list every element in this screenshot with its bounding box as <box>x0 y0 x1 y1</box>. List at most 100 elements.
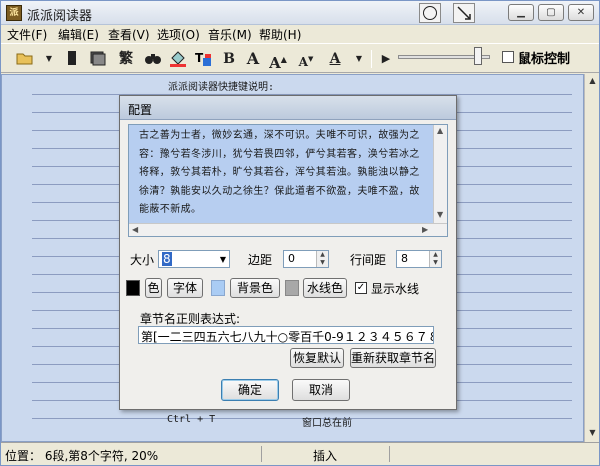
status-separator <box>389 446 390 462</box>
chapter-regex-value: 第[一二三四五六七八九十○零百千0-9１２３４５６７８９０ <box>141 330 434 344</box>
show-watermark-checkbox[interactable]: ✓ <box>355 282 367 294</box>
line-spacing-label: 行间距 <box>350 253 387 267</box>
dialog-title-bar: 配置 <box>120 96 456 120</box>
close-button[interactable]: ✕ <box>568 4 594 21</box>
bold-button[interactable]: B <box>221 49 237 69</box>
ok-button[interactable]: 确定 <box>221 379 279 401</box>
menu-view[interactable]: 查看(V) <box>108 26 150 43</box>
mouse-control-checkbox[interactable] <box>502 51 514 63</box>
reading-shortcut-key: Ctrl + T <box>167 414 216 425</box>
spin-up-icon[interactable]: ▲ <box>317 251 328 259</box>
background-color-swatch[interactable] <box>211 280 225 296</box>
size-label: 大小 <box>130 253 155 267</box>
preview-box: 古之善为士者，微妙玄通，深不可识。夫唯不可识，故强为之容：豫兮若冬涉川，犹兮若畏… <box>128 124 448 237</box>
scroll-up-icon[interactable]: ▲ <box>586 74 599 88</box>
chapter-regex-label: 章节名正则表达式: <box>140 312 241 326</box>
open-folder-button[interactable] <box>15 49 35 69</box>
size-select[interactable]: 8 ▼ <box>158 250 230 268</box>
chevron-down-icon: ▼ <box>219 255 226 264</box>
diagonal-arrow-icon <box>457 6 471 20</box>
spinner-buttons[interactable]: ▲ ▼ <box>429 251 441 267</box>
scroll-down-icon[interactable]: ▼ <box>586 426 599 440</box>
traditional-chinese-button[interactable]: 繁 <box>116 49 136 69</box>
maximize-button[interactable]: ▢ <box>538 4 564 21</box>
preview-vertical-scrollbar[interactable]: ▲ ▼ <box>433 125 447 223</box>
paint-bucket-icon <box>170 51 186 67</box>
scroll-up-icon[interactable]: ▲ <box>437 125 443 137</box>
scroll-down-icon[interactable]: ▼ <box>437 209 443 221</box>
menu-file[interactable]: 文件(F) <box>7 26 47 43</box>
bookmark-button[interactable] <box>64 49 80 69</box>
watermark-color-swatch[interactable] <box>285 280 299 296</box>
binoculars-icon <box>145 54 161 64</box>
restore-default-button[interactable]: 恢复默认 <box>290 348 344 368</box>
reading-header: 派派阅读器快捷键说明: <box>168 82 275 93</box>
circle-shape-button[interactable] <box>419 3 441 23</box>
preview-horizontal-scrollbar[interactable]: ◀ ▶ <box>129 223 447 236</box>
menu-edit[interactable]: 编辑(E) <box>58 26 99 43</box>
font-increase-arrow-icon: ▲ <box>280 54 287 64</box>
menu-bar: 文件(F) 编辑(E) 查看(V) 选项(O) 音乐(M) 帮助(H) <box>1 25 599 43</box>
size-value: 8 <box>162 252 172 266</box>
margin-spinner[interactable]: 0 ▲ ▼ <box>283 250 329 268</box>
text-color-button[interactable]: T <box>193 49 213 69</box>
font-color-dropdown-arrow[interactable]: ▼ <box>353 49 365 69</box>
status-separator <box>261 446 262 462</box>
font-button[interactable]: 字体 <box>167 278 203 298</box>
line-shape-button[interactable] <box>453 3 475 23</box>
line-spacing-spinner[interactable]: 8 ▲ ▼ <box>396 250 442 268</box>
fill-color-button[interactable] <box>168 49 188 69</box>
spin-down-icon[interactable]: ▼ <box>317 259 328 267</box>
text-format-icon: T <box>195 51 211 66</box>
menu-help[interactable]: 帮助(H) <box>259 26 301 43</box>
scroll-left-icon[interactable]: ◀ <box>132 224 138 236</box>
circle-icon <box>423 6 437 20</box>
play-button[interactable]: ▶ <box>380 49 392 69</box>
spin-down-icon[interactable]: ▼ <box>430 259 441 267</box>
menu-options[interactable]: 选项(O) <box>157 26 200 43</box>
font-decrease-button[interactable]: A▼ <box>297 49 315 69</box>
background-color-button[interactable]: 背景色 <box>230 278 280 298</box>
status-position: 位置： 6段,第8个字符, 20% <box>5 449 159 463</box>
main-window: 派 派派阅读器 ▁ ▢ ✕ 文件(F) 编辑(E) 查看(V) 选项(O) 音乐… <box>0 0 600 466</box>
text-color-button[interactable]: 色 <box>145 278 162 298</box>
open-dropdown-arrow[interactable]: ▼ <box>43 49 55 69</box>
font-large-button[interactable]: A <box>245 49 261 69</box>
find-button[interactable] <box>143 49 163 69</box>
refetch-chapter-names-button[interactable]: 重新获取章节名 <box>350 348 436 368</box>
text-color-swatch[interactable] <box>126 280 140 296</box>
app-icon: 派 <box>6 5 22 21</box>
folder-icon <box>16 53 33 65</box>
page-button[interactable] <box>88 49 108 69</box>
watermark-color-button[interactable]: 水线色 <box>303 278 347 298</box>
reading-scrollbar[interactable]: ▲ ▼ <box>584 74 599 442</box>
font-color-button[interactable]: A <box>325 49 345 69</box>
font-decrease-label: A <box>298 55 308 69</box>
preview-text: 古之善为士者，微妙玄通，深不可识。夫唯不可识，故强为之容：豫兮若冬涉川，犹兮若畏… <box>139 130 420 215</box>
cancel-button[interactable]: 取消 <box>292 379 350 401</box>
spinner-buttons[interactable]: ▲ ▼ <box>316 251 328 267</box>
chapter-regex-input[interactable]: 第[一二三四五六七八九十○零百千0-9１２３４５６７８９０ <box>138 326 434 344</box>
bookmark-icon <box>68 51 76 65</box>
margin-label: 边距 <box>248 253 273 267</box>
menu-music[interactable]: 音乐(M) <box>208 26 252 43</box>
minimize-button[interactable]: ▁ <box>508 4 534 21</box>
page-icon <box>90 51 106 66</box>
config-dialog: 配置 古之善为士者，微妙玄通，深不可识。夫唯不可识，故强为之容：豫兮若冬涉川，犹… <box>119 95 457 410</box>
title-bar: 派 派派阅读器 ▁ ▢ ✕ <box>1 1 599 25</box>
status-bar: 位置： 6段,第8个字符, 20% 插入 <box>1 442 599 465</box>
svg-text:T: T <box>195 51 204 65</box>
font-increase-button[interactable]: A▲ <box>269 49 287 72</box>
margin-value: 0 <box>288 252 295 265</box>
mouse-control-label: 鼠标控制 <box>518 52 571 67</box>
reading-shortcut-desc: 窗口总在前 <box>302 418 352 429</box>
scroll-right-icon[interactable]: ▶ <box>422 224 428 236</box>
line-spacing-value: 8 <box>401 252 408 265</box>
status-mode: 插入 <box>313 449 338 463</box>
spin-up-icon[interactable]: ▲ <box>430 251 441 259</box>
speed-slider-thumb[interactable] <box>473 47 482 65</box>
window-title: 派派阅读器 <box>27 9 93 24</box>
font-decrease-arrow-icon: ▼ <box>307 54 314 63</box>
dialog-title: 配置 <box>128 103 153 117</box>
toolbar-separator <box>371 50 372 68</box>
